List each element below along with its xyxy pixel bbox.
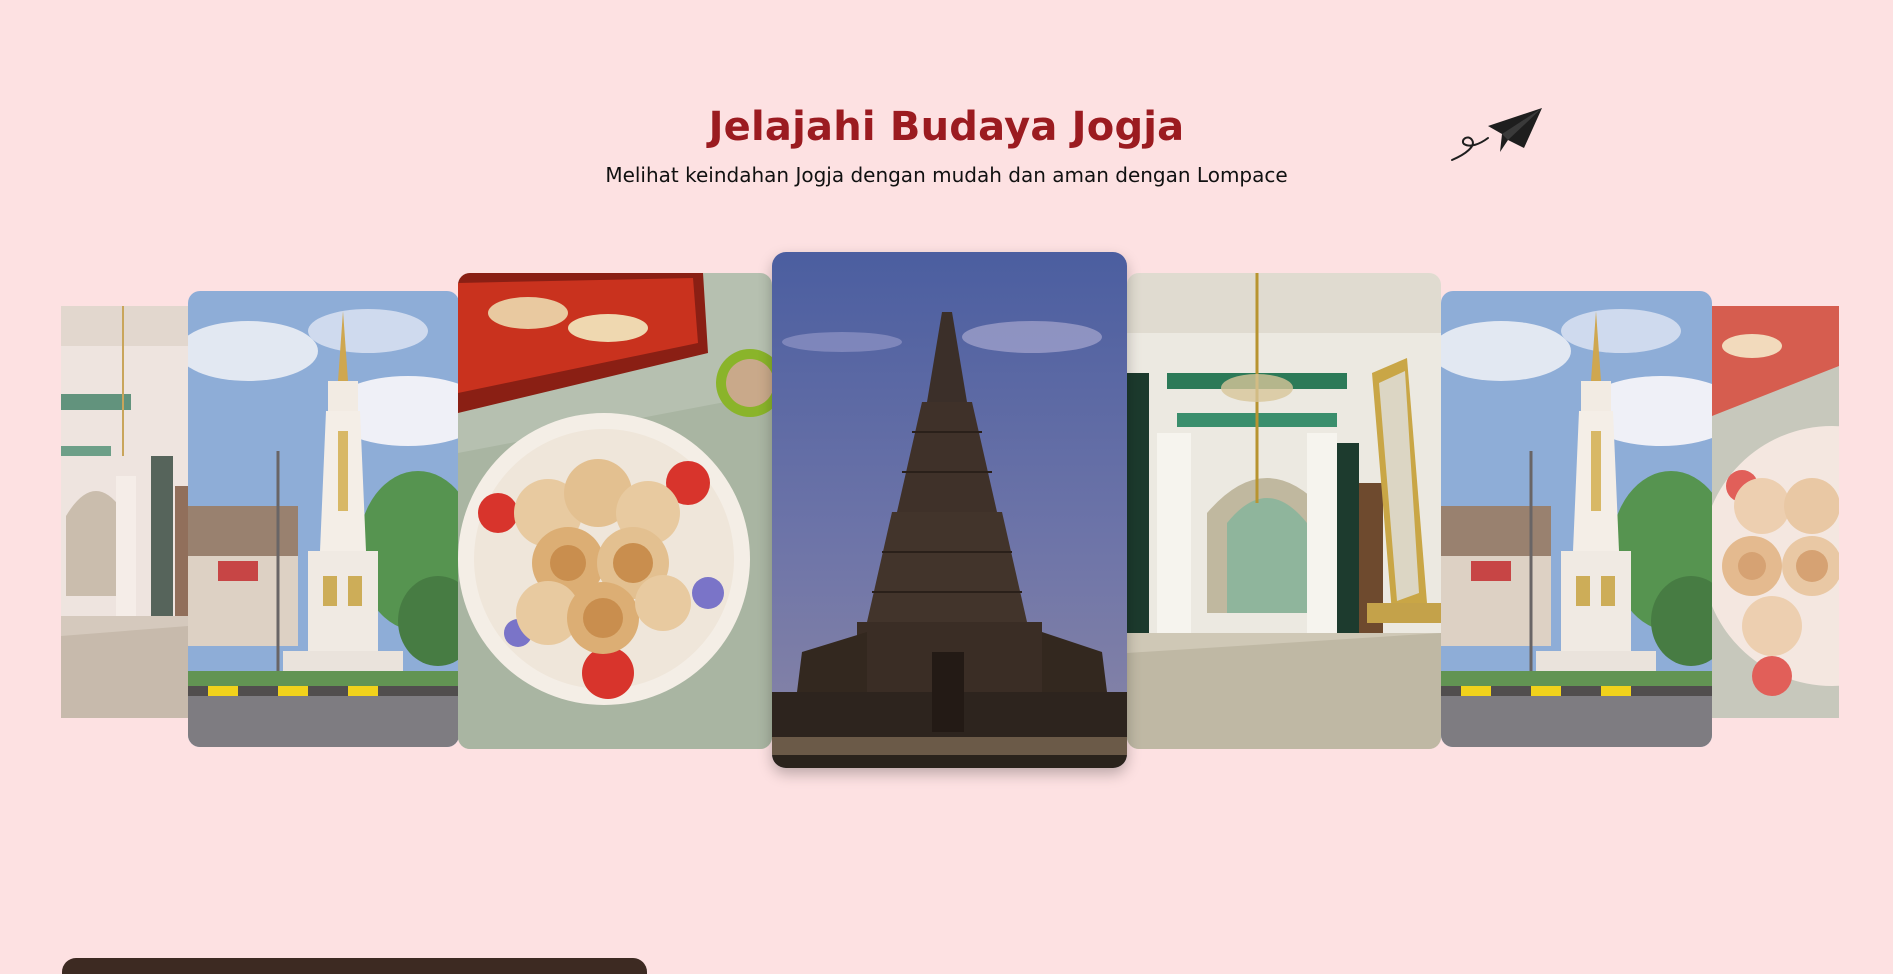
section-title: Jelajahi Budaya Jogja: [708, 104, 1185, 150]
carousel-slide-keraton-hallway[interactable]: [61, 306, 188, 718]
carousel-slide-tugu-monument[interactable]: [1441, 291, 1712, 747]
section-subtitle: Melihat keindahan Jogja dengan mudah dan…: [605, 163, 1288, 187]
carousel-slide-prambanan-temple[interactable]: [772, 252, 1127, 768]
next-section-image-edge: [62, 958, 647, 974]
paper-plane-icon: [1451, 108, 1542, 161]
keraton-hallway-image: [61, 306, 188, 718]
carousel-slide-tugu-monument[interactable]: [188, 291, 459, 747]
carousel-slide-bakpia-pastries[interactable]: [458, 273, 772, 749]
tugu-monument-image: [1441, 291, 1712, 747]
bakpia-pastries-image: [458, 273, 772, 749]
carousel-slide-bakpia-pastries[interactable]: [1712, 306, 1839, 718]
keraton-hallway-image: [1127, 273, 1441, 749]
prambanan-temple-image: [772, 252, 1127, 768]
tugu-monument-image: [188, 291, 459, 747]
carousel-slide-keraton-hallway[interactable]: [1127, 273, 1441, 749]
bakpia-pastries-image: [1712, 306, 1839, 718]
